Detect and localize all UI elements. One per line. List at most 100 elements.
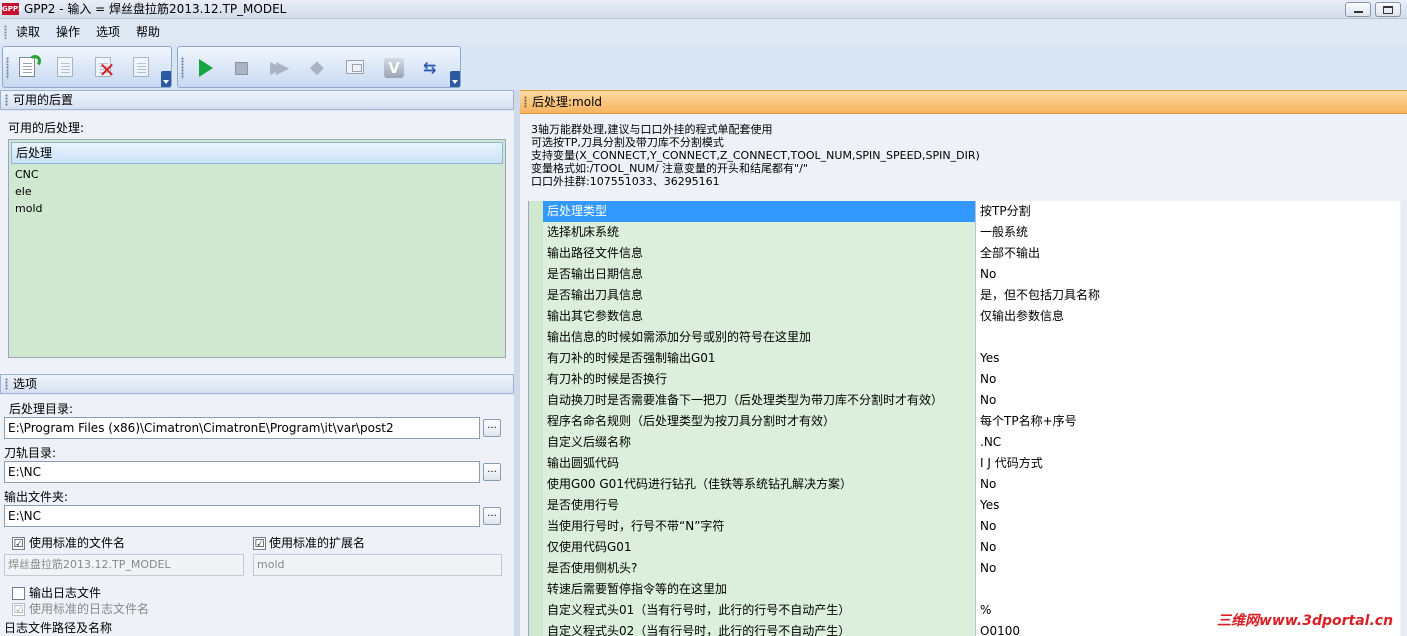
- property-name-cell[interactable]: 输出圆弧代码: [543, 453, 976, 474]
- extension-input[interactable]: mold: [253, 554, 502, 576]
- step-button[interactable]: ◆: [302, 54, 332, 82]
- toolbar-grip-icon[interactable]: [181, 57, 184, 79]
- window-button[interactable]: [340, 54, 370, 82]
- menu-operate[interactable]: 操作: [54, 24, 82, 40]
- table-row[interactable]: 输出信息的时候如需添加分号或别的符号在这里加: [529, 327, 1400, 348]
- property-name-cell[interactable]: 是否输出刀具信息: [543, 285, 976, 306]
- property-name-cell[interactable]: 是否使用行号: [543, 495, 976, 516]
- table-row[interactable]: 仅使用代码G01 No: [529, 537, 1400, 558]
- property-value-cell[interactable]: No: [976, 537, 1400, 558]
- property-value-cell[interactable]: 按TP分割: [976, 201, 1400, 222]
- menu-read[interactable]: 读取: [14, 24, 42, 40]
- edit-disabled-button[interactable]: [51, 54, 81, 82]
- property-name-cell[interactable]: 仅使用代码G01: [543, 537, 976, 558]
- property-value-cell[interactable]: I J 代码方式: [976, 453, 1400, 474]
- property-value-cell[interactable]: No: [976, 369, 1400, 390]
- table-row[interactable]: 是否使用侧机头? No: [529, 558, 1400, 579]
- table-row[interactable]: 输出圆弧代码 I J 代码方式: [529, 453, 1400, 474]
- property-value-cell[interactable]: No: [976, 558, 1400, 579]
- property-name-cell[interactable]: 自定义程式头01（当有行号时，此行的行号不自动产生）: [543, 600, 976, 621]
- property-value-cell[interactable]: 是，但不包括刀具名称: [976, 285, 1400, 306]
- table-row[interactable]: 程序名命名规则（后处理类型为按刀具分割时才有效） 每个TP名称+序号: [529, 411, 1400, 432]
- property-value-cell[interactable]: 一般系统: [976, 222, 1400, 243]
- table-row[interactable]: 使用G00 G01代码进行钻孔（佳铁等系统钻孔解决方案） No: [529, 474, 1400, 495]
- property-value-cell[interactable]: 全部不输出: [976, 243, 1400, 264]
- property-value-cell[interactable]: 每个TP名称+序号: [976, 411, 1400, 432]
- table-row[interactable]: 是否输出日期信息 No: [529, 264, 1400, 285]
- menu-grip-icon[interactable]: [4, 25, 7, 39]
- table-row[interactable]: 转速后需要暂停指令等的在这里加: [529, 579, 1400, 600]
- restore-button[interactable]: [1375, 2, 1401, 17]
- toolpath-dir-browse-button[interactable]: ...: [483, 463, 501, 481]
- filename-input[interactable]: 焊丝盘拉筋2013.12.TP_MODEL: [4, 554, 244, 576]
- property-value-cell[interactable]: Yes: [976, 348, 1400, 369]
- table-row[interactable]: 自动换刀时是否需要准备下一把刀（后处理类型为带刀库不分割时才有效） No: [529, 390, 1400, 411]
- property-name-cell[interactable]: 自动换刀时是否需要准备下一把刀（后处理类型为带刀库不分割时才有效）: [543, 390, 976, 411]
- menu-help[interactable]: 帮助: [134, 24, 162, 40]
- table-row[interactable]: 自定义后缀名称 .NC: [529, 432, 1400, 453]
- property-name-cell[interactable]: 有刀补的时候是否强制输出G01: [543, 348, 976, 369]
- property-name-cell[interactable]: 程序名命名规则（后处理类型为按刀具分割时才有效）: [543, 411, 976, 432]
- gpp-info-button[interactable]: [127, 54, 157, 82]
- list-item-cnc[interactable]: CNC: [15, 168, 39, 182]
- table-row[interactable]: 输出其它参数信息 仅输出参数信息: [529, 306, 1400, 327]
- property-value-cell[interactable]: Yes: [976, 495, 1400, 516]
- property-name-cell[interactable]: 输出路径文件信息: [543, 243, 976, 264]
- property-grid-scrollbar[interactable]: [1401, 201, 1407, 636]
- post-dir-browse-button[interactable]: ...: [483, 419, 501, 437]
- toolbar-overflow-icon[interactable]: [450, 71, 460, 87]
- post-dir-input[interactable]: E:\Program Files (x86)\Cimatron\Cimatron…: [4, 417, 480, 439]
- fast-forward-button[interactable]: ▶▶: [264, 54, 294, 82]
- output-dir-input[interactable]: E:\NC: [4, 505, 480, 527]
- table-row[interactable]: 有刀补的时候是否强制输出G01 Yes: [529, 348, 1400, 369]
- use-std-log-name-checkbox[interactable]: ☑: [12, 603, 25, 616]
- table-row[interactable]: 有刀补的时候是否换行 No: [529, 369, 1400, 390]
- property-value-cell[interactable]: No: [976, 264, 1400, 285]
- property-name-cell[interactable]: 有刀补的时候是否换行: [543, 369, 976, 390]
- table-row[interactable]: 输出路径文件信息 全部不输出: [529, 243, 1400, 264]
- menu-options[interactable]: 选项: [94, 24, 122, 40]
- property-name-cell[interactable]: 使用G00 G01代码进行钻孔（佳铁等系统钻孔解决方案）: [543, 474, 976, 495]
- property-name-cell[interactable]: 输出其它参数信息: [543, 306, 976, 327]
- delete-postprocessor-button[interactable]: ✕: [89, 54, 119, 82]
- property-name-cell[interactable]: 是否使用侧机头?: [543, 558, 976, 579]
- toolbar-overflow-icon[interactable]: [161, 71, 171, 87]
- list-header[interactable]: 后处理: [11, 142, 503, 164]
- table-row[interactable]: 当使用行号时，行号不带“N”字符 No: [529, 516, 1400, 537]
- property-name-cell[interactable]: 选择机床系统: [543, 222, 976, 243]
- table-row[interactable]: 选择机床系统 一般系统: [529, 222, 1400, 243]
- property-name-cell[interactable]: 自定义程式头02（当有行号时，此行的行号不自动产生）: [543, 621, 976, 636]
- run-button[interactable]: [190, 54, 220, 82]
- edit-postprocessor-button[interactable]: [13, 54, 43, 82]
- property-name: 有刀补的时候是否换行: [547, 372, 668, 386]
- property-value-cell[interactable]: 仅输出参数信息: [976, 306, 1400, 327]
- list-item-ele[interactable]: ele: [15, 185, 32, 199]
- swap-button[interactable]: ⇆: [416, 54, 446, 82]
- use-std-ext-checkbox[interactable]: ☑: [253, 537, 266, 550]
- property-value-cell[interactable]: No: [976, 390, 1400, 411]
- property-name-cell[interactable]: 输出信息的时候如需添加分号或别的符号在这里加: [543, 327, 976, 348]
- stop-button[interactable]: [226, 54, 256, 82]
- output-dir-browse-button[interactable]: ...: [483, 507, 501, 525]
- property-value-cell[interactable]: No: [976, 474, 1400, 495]
- postprocessor-list[interactable]: 后处理 CNC ele mold: [8, 139, 506, 358]
- property-name-cell[interactable]: 转速后需要暂停指令等的在这里加: [543, 579, 976, 600]
- table-row[interactable]: 是否使用行号 Yes: [529, 495, 1400, 516]
- minimize-button[interactable]: [1345, 2, 1371, 17]
- output-log-checkbox[interactable]: [12, 587, 25, 600]
- toolbar-grip-icon[interactable]: [6, 57, 9, 79]
- toolpath-dir-input[interactable]: E:\NC: [4, 461, 480, 483]
- property-name-cell[interactable]: 自定义后缀名称: [543, 432, 976, 453]
- use-std-filename-checkbox[interactable]: ☑: [12, 537, 25, 550]
- property-value-cell[interactable]: [976, 579, 1400, 600]
- table-row[interactable]: 是否输出刀具信息 是，但不包括刀具名称: [529, 285, 1400, 306]
- verify-button[interactable]: V: [378, 54, 408, 82]
- property-name-cell[interactable]: 是否输出日期信息: [543, 264, 976, 285]
- property-name-cell[interactable]: 后处理类型: [543, 201, 976, 222]
- list-item-mold[interactable]: mold: [15, 202, 42, 216]
- property-value-cell[interactable]: .NC: [976, 432, 1400, 453]
- property-value-cell[interactable]: No: [976, 516, 1400, 537]
- property-name-cell[interactable]: 当使用行号时，行号不带“N”字符: [543, 516, 976, 537]
- property-value-cell[interactable]: [976, 327, 1400, 348]
- table-row[interactable]: 后处理类型 按TP分割: [529, 201, 1400, 222]
